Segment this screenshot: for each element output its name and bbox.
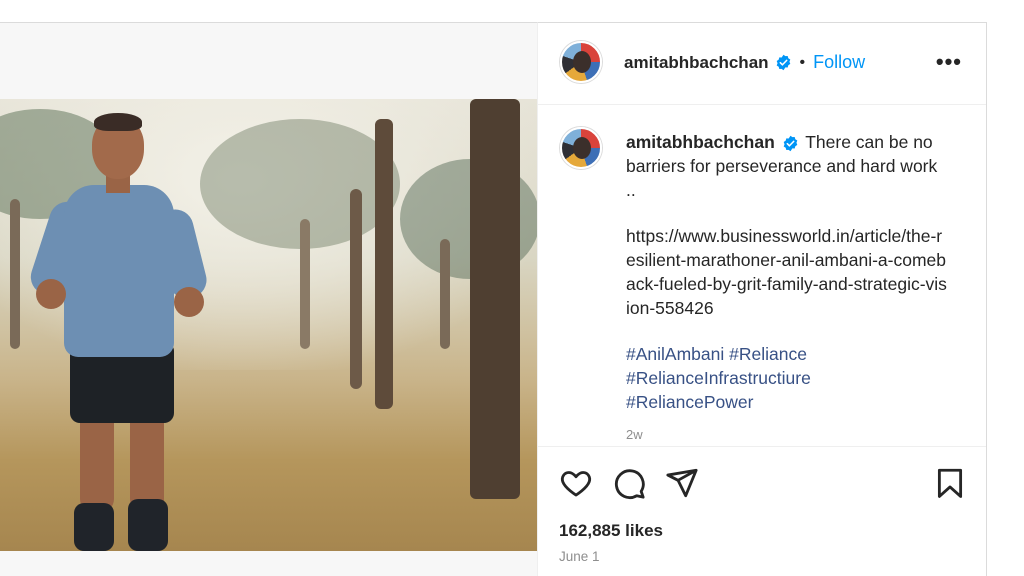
caption-time-ago: 2w <box>626 427 643 442</box>
avatar[interactable] <box>560 41 602 83</box>
post-header: amitabhbachchan • Follow ••• <box>538 23 986 105</box>
separator-dot: • <box>799 53 806 71</box>
hashtag-list: #AnilAmbani #Reliance #RelianceInfrastru… <box>626 342 948 414</box>
post-image[interactable] <box>0 99 537 551</box>
post-media-pane <box>0 22 537 576</box>
likes-count[interactable]: 162,885 likes <box>559 521 663 541</box>
comment-icon[interactable] <box>612 466 646 500</box>
post-details-panel: amitabhbachchan • Follow ••• amitabhbach… <box>537 22 987 576</box>
verified-badge-icon <box>783 135 797 152</box>
post-date: June 1 <box>559 549 600 564</box>
caption-author-username[interactable]: amitabhbachchan <box>626 132 775 152</box>
author-username[interactable]: amitabhbachchan <box>624 53 769 73</box>
caption-avatar[interactable] <box>560 127 602 169</box>
runner-figure <box>24 109 224 551</box>
bookmark-icon[interactable] <box>933 466 967 500</box>
caption-section: amitabhbachchan There can be no barriers… <box>538 105 986 445</box>
caption-text-block: amitabhbachchan There can be no barriers… <box>626 130 948 414</box>
hashtag-link[interactable]: #ReliancePower <box>626 390 948 414</box>
follow-button[interactable]: Follow <box>813 52 865 73</box>
verified-badge-icon <box>776 54 790 71</box>
hashtag-link[interactable]: #RelianceInfrastructiure <box>626 366 948 390</box>
paper-plane-icon[interactable] <box>665 466 699 500</box>
heart-icon[interactable] <box>559 466 593 500</box>
post-actions-bar: 162,885 likes June 1 <box>538 446 986 576</box>
more-options-button[interactable]: ••• <box>936 49 962 75</box>
caption-link[interactable]: https://www.businessworld.in/article/the… <box>626 224 948 320</box>
hashtag-link[interactable]: #AnilAmbani <box>626 344 724 364</box>
hashtag-link[interactable]: #Reliance <box>729 344 807 364</box>
